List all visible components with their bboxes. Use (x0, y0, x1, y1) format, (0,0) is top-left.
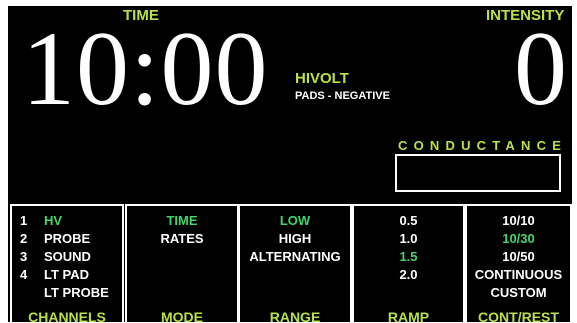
intensity-readout: 0 (514, 10, 567, 127)
cont-rest-panel: 10/10 10/30 10/50 CONTINUOUS CUSTOM CONT/RES… (465, 204, 572, 322)
channels-panel-title: CHANNELS (28, 309, 106, 322)
channels-option[interactable]: 1 HV (12, 212, 122, 230)
range-option-label: LOW (279, 213, 311, 228)
channel-number: 1 (20, 213, 28, 228)
mode-option-label: RATES (160, 231, 204, 246)
channels-option[interactable]: 2 PROBE (12, 230, 122, 248)
ramp-option[interactable]: 1.5 (354, 248, 463, 266)
stim-mode-subtitle: PADS - NEGATIVE (295, 90, 390, 102)
contrest-option-label: CUSTOM (490, 285, 547, 300)
channels-panel: 1 HV 2 PROBE 3 SOUND 4 LT PAD LT PROBE CHANNELS (10, 204, 124, 322)
ramp-option-label: 1.5 (399, 249, 418, 264)
device-display: TIME INTENSITY 10:00 0 HIVOLT PADS - NEG… (8, 6, 572, 322)
channels-option-label: SOUND (44, 249, 91, 264)
channel-number: 2 (20, 231, 28, 246)
ramp-panel-title: RAMP (387, 309, 430, 322)
mode-list: TIME RATES (127, 212, 237, 248)
ramp-option-label: 1.0 (399, 231, 418, 246)
contrest-option-label: 10/30 (502, 231, 535, 246)
mode-option-label: TIME (166, 213, 198, 228)
range-option[interactable]: HIGH (240, 230, 350, 248)
time-readout: 10:00 (22, 10, 269, 127)
mode-panel-title: MODE (161, 309, 203, 322)
contrest-option-label: CONTINUOUS (474, 267, 563, 282)
contrest-option[interactable]: CONTINUOUS (467, 266, 570, 284)
stim-mode-name: HIVOLT (295, 70, 349, 87)
ramp-option-label: 0.5 (399, 213, 418, 228)
contrest-option-label: 10/10 (502, 213, 535, 228)
channel-number: 4 (20, 267, 28, 282)
contrest-option[interactable]: CUSTOM (467, 284, 570, 302)
channels-option[interactable]: 3 SOUND (12, 248, 122, 266)
ramp-list: 0.5 1.0 1.5 2.0 (354, 212, 463, 284)
channels-option[interactable]: 4 LT PAD (12, 266, 122, 284)
mode-option[interactable]: RATES (127, 230, 237, 248)
contrest-option[interactable]: 10/30 (467, 230, 570, 248)
range-option-label: ALTERNATING (249, 249, 341, 264)
range-option-label: HIGH (278, 231, 312, 246)
contrest-option[interactable]: 10/50 (467, 248, 570, 266)
range-panel: LOW HIGH ALTERNATING RANGE (238, 204, 352, 322)
contrest-option-label: 10/50 (502, 249, 535, 264)
range-list: LOW HIGH ALTERNATING (240, 212, 350, 266)
channels-option-label: LT PAD (44, 267, 90, 282)
mode-option[interactable]: TIME (127, 212, 237, 230)
channels-list: 1 HV 2 PROBE 3 SOUND 4 LT PAD LT PROBE (12, 212, 122, 302)
cont-rest-list: 10/10 10/30 10/50 CONTINUOUS CUSTOM (467, 212, 570, 302)
ramp-option[interactable]: 2.0 (354, 266, 463, 284)
channels-option-label: HV (44, 213, 63, 228)
range-option[interactable]: LOW (240, 212, 350, 230)
channels-option[interactable]: LT PROBE (12, 284, 122, 302)
mode-panel: TIME RATES MODE (125, 204, 239, 322)
cont-rest-panel-title: CONT/REST (478, 309, 559, 322)
ramp-panel: 0.5 1.0 1.5 2.0 RAMP (352, 204, 465, 322)
ramp-option[interactable]: 0.5 (354, 212, 463, 230)
contrest-option[interactable]: 10/10 (467, 212, 570, 230)
conductance-meter (395, 154, 561, 192)
range-option[interactable]: ALTERNATING (240, 248, 350, 266)
channels-option-label: PROBE (44, 231, 91, 246)
channels-option-label: LT PROBE (44, 285, 109, 300)
conductance-label: CONDUCTANCE (398, 138, 568, 153)
ramp-option-label: 2.0 (399, 267, 418, 282)
ramp-option[interactable]: 1.0 (354, 230, 463, 248)
channel-number: 3 (20, 249, 28, 264)
range-panel-title: RANGE (269, 309, 321, 322)
